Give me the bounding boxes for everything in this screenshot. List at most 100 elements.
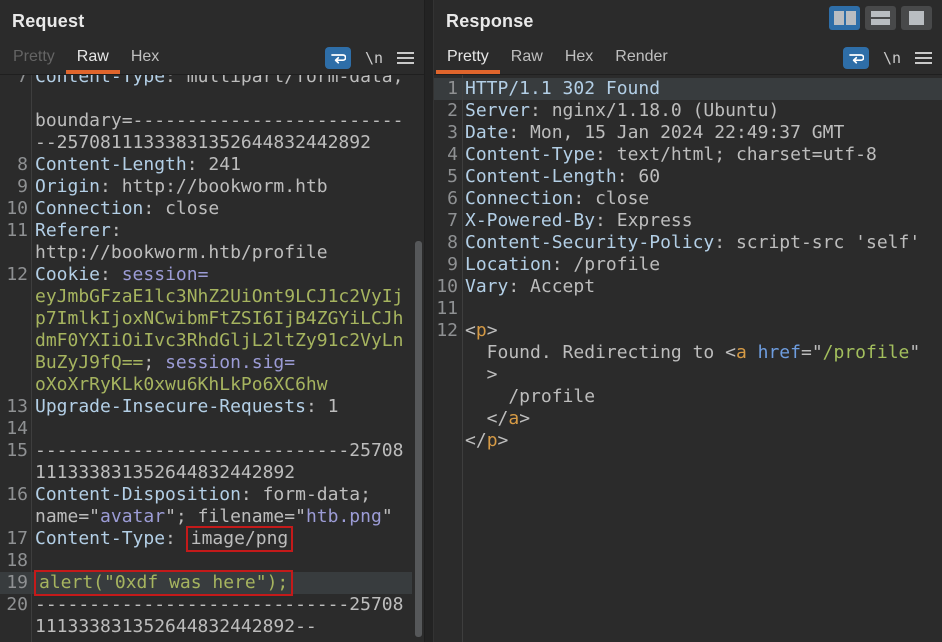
code-text: </p>	[465, 430, 508, 452]
tab-pretty: Pretty	[2, 42, 66, 74]
response-tab-bar: PrettyRawHexRender	[436, 42, 679, 74]
code-text: Content-Length: 241	[35, 154, 241, 176]
line-number	[434, 430, 458, 452]
line-number: 20	[0, 594, 28, 616]
code-row: --25708111333831352644832442892	[0, 132, 412, 154]
code-text: <p>	[465, 320, 498, 342]
code-text: Date: Mon, 15 Jan 2024 22:49:37 GMT	[465, 122, 844, 144]
code-text: Content-Type: multipart/form-data,	[35, 75, 403, 88]
line-number	[434, 386, 458, 408]
line-number: 18	[0, 550, 28, 572]
code-text: Content-Security-Policy: script-src 'sel…	[465, 232, 920, 254]
code-text: </a>	[465, 408, 530, 430]
code-text: --25708111333831352644832442892	[35, 132, 371, 154]
code-text: Content-Length: 60	[465, 166, 660, 188]
response-gutter-divider	[462, 75, 463, 642]
code-text: Upgrade-Insecure-Requests: 1	[35, 396, 338, 418]
code-text: p7ImlkIjoxNCwibmFtZSI6IjB4ZGYiLCJh	[35, 308, 403, 330]
menu-icon[interactable]	[397, 52, 414, 64]
line-number: 13	[0, 396, 28, 418]
request-panel: Request PrettyRawHex \n 7 Content-Type: m…	[0, 0, 424, 642]
code-row: eyJmbGFzaE1lc3NhZ2UiOnt9LCJ1c2VyIj	[0, 286, 412, 308]
tab-raw[interactable]: Raw	[66, 42, 120, 74]
menu-icon[interactable]	[915, 52, 932, 64]
code-row: 12Cookie: session=	[0, 264, 412, 286]
line-number	[0, 286, 28, 308]
line-number	[434, 342, 458, 364]
line-number	[0, 616, 28, 638]
code-row: >	[434, 364, 942, 386]
code-row: BuZyJ9fQ==; session.sig=	[0, 352, 412, 374]
layout-columns-button[interactable]	[829, 6, 860, 30]
response-toolbar: \n	[843, 47, 932, 69]
code-row: 19alert("0xdf was here");	[0, 572, 412, 594]
layout-rows-button[interactable]	[865, 6, 896, 30]
panel-split-handle[interactable]	[424, 0, 434, 642]
request-tab-bar: PrettyRawHex	[2, 42, 170, 74]
code-row: http://bookworm.htb/profile	[0, 242, 412, 264]
code-text: Found. Redirecting to <a href="/profile"	[465, 342, 920, 364]
code-row: Found. Redirecting to <a href="/profile"	[434, 342, 942, 364]
code-row: 1HTTP/1.1 302 Found	[434, 78, 942, 100]
code-row: 7X-Powered-By: Express	[434, 210, 942, 232]
line-number: 7	[0, 75, 28, 88]
code-row: 2 Server: nginx/1.18.0 (Ubuntu)	[434, 100, 942, 122]
code-row: 9Origin: http://bookworm.htb	[0, 176, 412, 198]
code-text: 111333831352644832442892	[35, 462, 295, 484]
code-row: /profile	[434, 386, 942, 408]
request-code: 7 Content-Type: multipart/form-data, bound…	[0, 75, 424, 638]
code-text: Content-Disposition: form-data;	[35, 484, 371, 506]
tab-pretty[interactable]: Pretty	[436, 42, 500, 74]
line-number: 10	[434, 276, 458, 298]
code-row	[0, 88, 412, 110]
code-row: 111333831352644832442892	[0, 462, 412, 484]
line-number: 2	[434, 100, 458, 122]
newline-toggle-icon[interactable]: \n	[365, 49, 383, 67]
line-number	[0, 374, 28, 396]
newline-toggle-icon[interactable]: \n	[883, 49, 901, 67]
code-text: dmF0YXIiOiIvc3RhdGljL2ltZy91c2VyLn	[35, 330, 403, 352]
line-number	[0, 88, 28, 110]
layout-single-button[interactable]	[901, 6, 932, 30]
code-row: 9Location: /profile	[434, 254, 942, 276]
request-scrollbar-thumb[interactable]	[415, 241, 422, 637]
code-row: 5Content-Length: 60	[434, 166, 942, 188]
tab-hex[interactable]: Hex	[554, 42, 604, 74]
code-text: eyJmbGFzaE1lc3NhZ2UiOnt9LCJ1c2VyIj	[35, 286, 403, 308]
line-number: 17	[0, 528, 28, 550]
code-row: 20-----------------------------25708	[0, 594, 412, 616]
line-number: 9	[0, 176, 28, 198]
code-text: BuZyJ9fQ==; session.sig=	[35, 352, 295, 374]
tab-raw[interactable]: Raw	[500, 42, 554, 74]
line-number: 1	[434, 78, 458, 100]
code-row: dmF0YXIiOiIvc3RhdGljL2ltZy91c2VyLn	[0, 330, 412, 352]
code-row: 14	[0, 418, 412, 440]
request-editor[interactable]: 7 Content-Type: multipart/form-data, bound…	[0, 75, 424, 642]
red-annotation-box: image/png	[186, 526, 294, 552]
code-text: Server: nginx/1.18.0 (Ubuntu)	[465, 100, 779, 122]
word-wrap-toggle-icon[interactable]	[325, 47, 351, 69]
code-row: 11	[434, 298, 942, 320]
word-wrap-toggle-icon[interactable]	[843, 47, 869, 69]
code-row: 10Connection: close	[0, 198, 412, 220]
line-number	[434, 364, 458, 386]
line-number: 15	[0, 440, 28, 462]
code-text: boundary=-------------------------	[35, 110, 403, 132]
code-text: Content-Type: image/png	[35, 528, 292, 550]
tab-render[interactable]: Render	[604, 42, 678, 74]
request-header: Request PrettyRawHex \n	[0, 0, 424, 75]
response-code: 1HTTP/1.1 302 Found2 Server: nginx/1.18.0…	[434, 75, 942, 452]
line-number	[0, 352, 28, 374]
code-text: >	[465, 364, 498, 386]
http-message-viewer: Request PrettyRawHex \n 7 Content-Type: m…	[0, 0, 942, 642]
response-editor[interactable]: 1HTTP/1.1 302 Found2 Server: nginx/1.18.0…	[434, 75, 942, 642]
code-row: 8Content-Security-Policy: script-src 'se…	[434, 232, 942, 254]
code-text: http://bookworm.htb/profile	[35, 242, 328, 264]
code-text: Vary: Accept	[465, 276, 595, 298]
line-number: 19	[0, 572, 28, 594]
code-row: 17 Content-Type: image/png	[0, 528, 412, 550]
tab-hex[interactable]: Hex	[120, 42, 170, 74]
code-row: boundary=-------------------------	[0, 110, 412, 132]
code-row: oXoXrRyKLk0xwu6KhLkPo6XC6hw	[0, 374, 412, 396]
code-row: 12<p>	[434, 320, 942, 342]
